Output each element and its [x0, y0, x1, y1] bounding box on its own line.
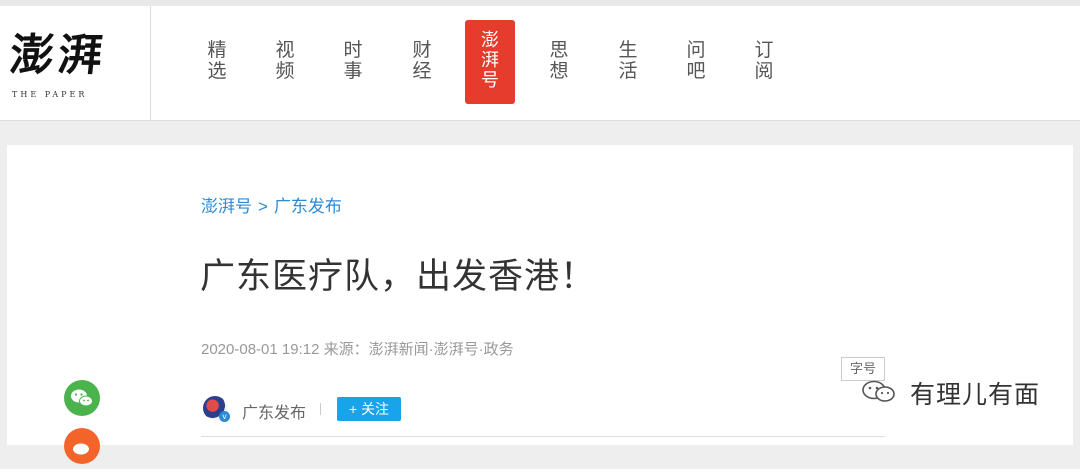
nav-label: 精选	[207, 40, 227, 82]
divider	[201, 436, 885, 437]
weibo-icon	[73, 443, 89, 455]
nav-item-life[interactable]: 生活	[616, 40, 640, 82]
nav-item-pengpai-hao[interactable]: 澎湃号	[465, 20, 515, 104]
nav-label: 问吧	[686, 40, 706, 82]
weibo-share-button[interactable]	[64, 428, 100, 464]
nav-label: 订阅	[754, 40, 774, 82]
follow-button[interactable]: + 关注	[337, 397, 401, 421]
breadcrumb: 澎湃号 > 广东发布	[201, 192, 342, 217]
nav-item-ask[interactable]: 问吧	[684, 40, 708, 82]
breadcrumb-link-author[interactable]: 广东发布	[274, 197, 342, 216]
author-divider	[320, 403, 321, 415]
nav-label: 视频	[275, 40, 295, 82]
verified-badge-icon: v	[219, 411, 230, 422]
article-meta: 2020-08-01 19:12 来源：澎湃新闻·澎湃号·政务	[201, 341, 514, 358]
nav-item-current-affairs[interactable]: 时事	[341, 40, 365, 82]
author-name[interactable]: 广东发布	[242, 399, 306, 423]
breadcrumb-separator: >	[258, 197, 268, 216]
watermark-wechat-icon	[862, 380, 895, 402]
nav-label: 生活	[618, 40, 638, 82]
site-logo[interactable]: 澎湃 THE PAPER	[0, 6, 151, 120]
nav-item-video[interactable]: 视频	[273, 40, 297, 82]
wechat-icon	[71, 389, 93, 407]
nav-label: 财经	[412, 40, 432, 82]
nav-item-finance[interactable]: 财经	[410, 40, 434, 82]
wechat-share-button[interactable]	[64, 380, 100, 416]
nav-label: 时事	[343, 40, 363, 82]
author-avatar[interactable]: v	[203, 396, 230, 422]
site-header: 澎湃 THE PAPER 精选 视频 时事 财经 澎湃号 思想 生活 问吧 订阅	[0, 6, 1080, 121]
nav-item-featured[interactable]: 精选	[205, 40, 229, 82]
nav-label: 思想	[549, 40, 569, 82]
nav-label: 澎湃号	[481, 30, 499, 90]
watermark-text: 有理儿有面	[910, 381, 1041, 409]
logo-subtitle: THE PAPER	[12, 90, 88, 99]
article-title: 广东医疗队，出发香港！	[200, 257, 597, 296]
breadcrumb-link-channel[interactable]: 澎湃号	[201, 197, 252, 216]
nav-item-thought[interactable]: 思想	[547, 40, 571, 82]
logo-wordmark: 澎湃	[7, 30, 109, 81]
nav-item-subscribe[interactable]: 订阅	[752, 40, 776, 82]
